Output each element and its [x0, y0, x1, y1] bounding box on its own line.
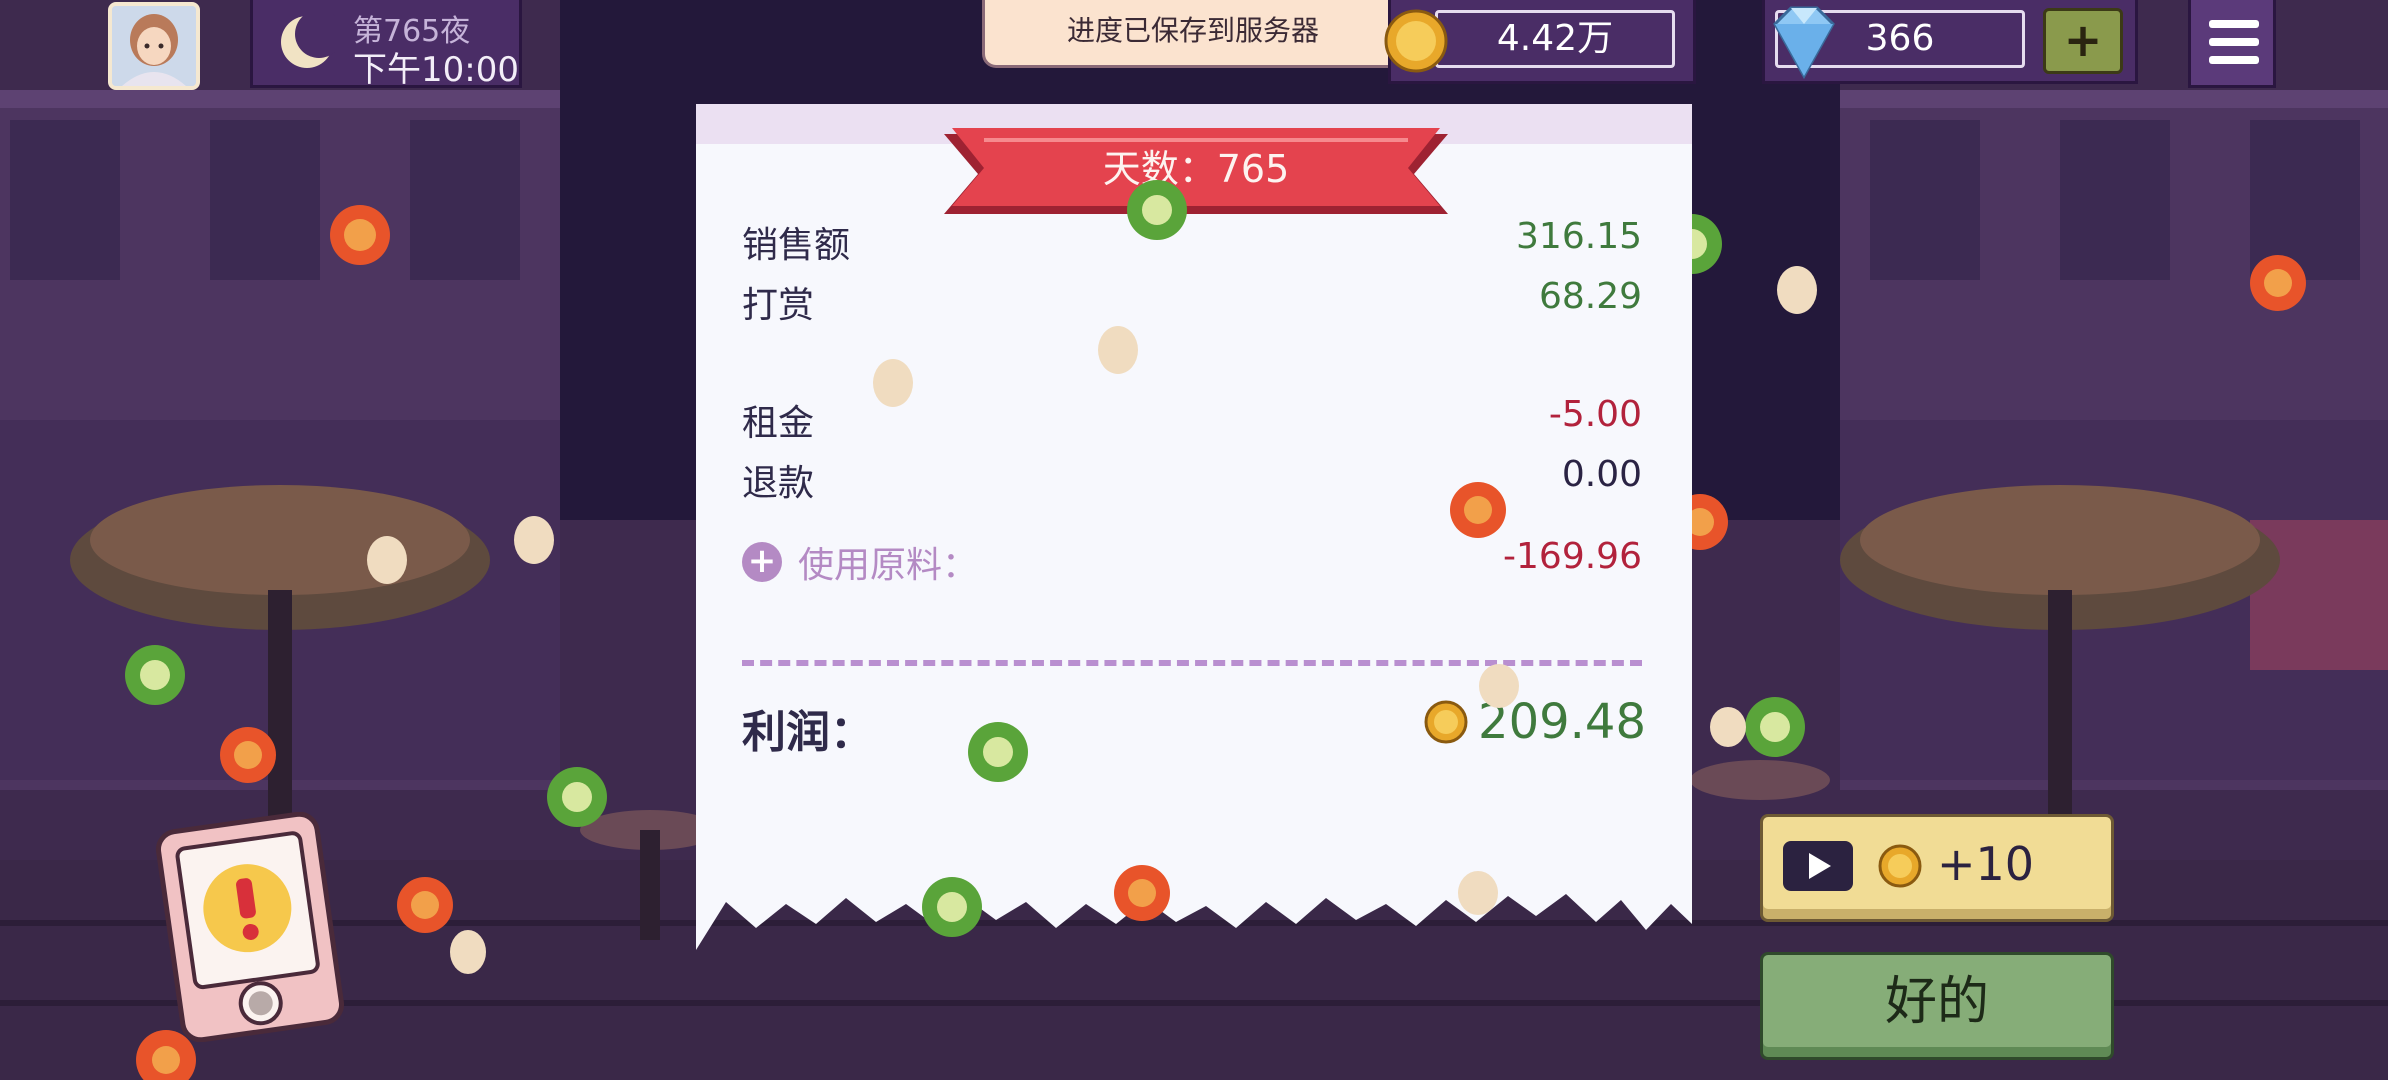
buy-gems-button[interactable]: + [2043, 8, 2123, 74]
materials-value: -169.96 [1503, 536, 1642, 577]
save-toast: 进度已保存到服务器 [982, 0, 1404, 68]
sales-value: 316.15 [1516, 216, 1642, 257]
tips-value: 68.29 [1538, 276, 1642, 317]
sales-row: 销售额 316.15 [742, 216, 1642, 266]
tips-row: 打赏 68.29 [742, 276, 1642, 326]
gem-counter-panel: 366 + [1762, 0, 2138, 84]
materials-row[interactable]: + 使用原料： -169.96 [742, 536, 1642, 586]
game-clock: 下午10:00 [353, 50, 519, 90]
alert-phone-button[interactable] [150, 812, 350, 1042]
rent-value: -5.00 [1548, 394, 1642, 435]
coin-amount: 4.42万 [1435, 10, 1675, 68]
refund-label: 退款 [742, 463, 815, 504]
day-ribbon-title: 天数：765 [1102, 147, 1290, 191]
receipt-divider [742, 660, 1642, 666]
materials-label: 使用原料： [798, 545, 979, 586]
coin-icon [1384, 9, 1448, 73]
tips-label: 打赏 [742, 285, 815, 326]
rent-row: 租金 -5.00 [742, 394, 1642, 444]
coin-icon [1878, 844, 1922, 888]
daily-summary-receipt: 天数：765 销售额 316.15 打赏 68.29 租金 -5.00 退款 0… [696, 104, 1692, 950]
refund-row: 退款 0.00 [742, 454, 1642, 504]
ad-reward-amount: +10 [1937, 837, 2035, 891]
gem-icon [1773, 6, 1835, 80]
ok-button[interactable]: 好的 [1760, 952, 2114, 1060]
expand-materials-icon[interactable]: + [742, 542, 782, 582]
rent-label: 租金 [742, 403, 815, 444]
player-avatar[interactable] [108, 2, 200, 90]
profit-label: 利润： [742, 707, 874, 758]
avatar-portrait-icon [112, 6, 196, 86]
moon-icon [281, 14, 335, 68]
watch-ad-reward-button[interactable]: +10 [1760, 814, 2114, 922]
profit-value: 209.48 [1478, 694, 1646, 750]
day-time-panel: 第765夜 下午10:00 [250, 0, 522, 90]
main-menu-button[interactable] [2188, 0, 2276, 88]
sales-label: 销售额 [742, 225, 851, 266]
profit-coin-icon [1424, 700, 1468, 744]
refund-value: 0.00 [1561, 454, 1642, 495]
menu-icon [2209, 20, 2259, 28]
coin-counter-panel: 4.42万 [1384, 0, 1696, 84]
